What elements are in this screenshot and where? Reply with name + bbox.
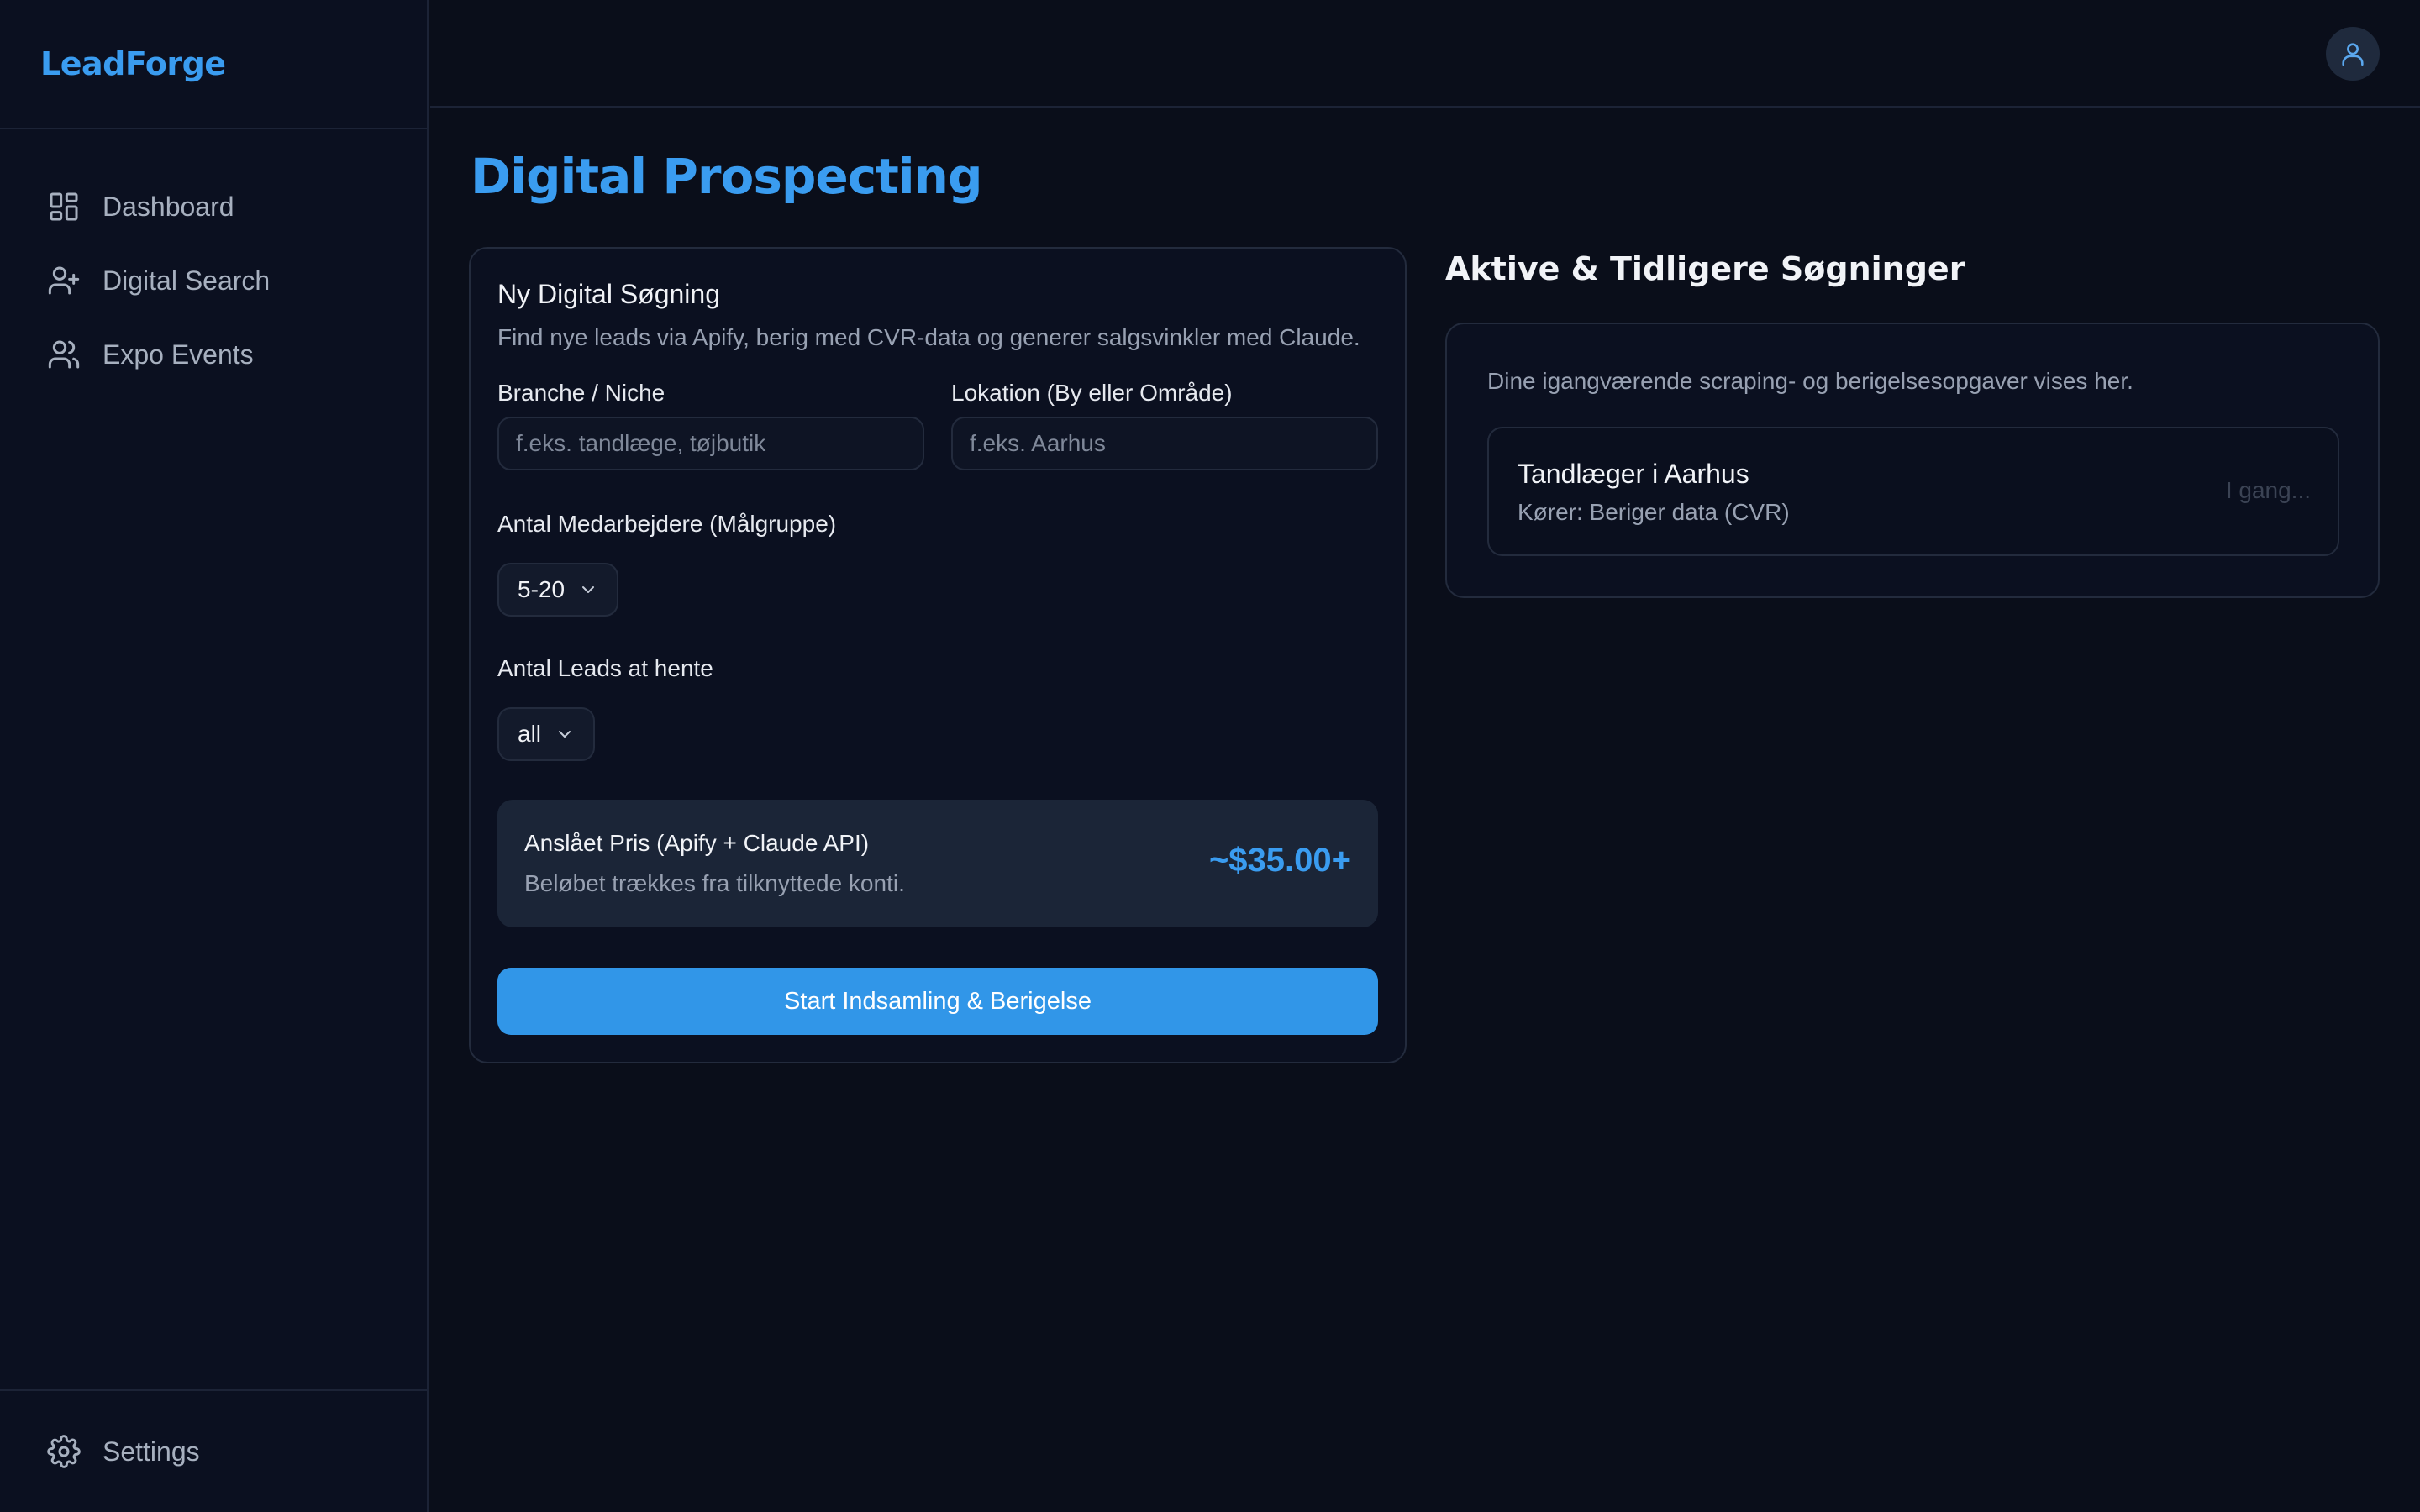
card-title: Ny Digital Søgning: [497, 279, 720, 309]
sidebar-item-label: Settings: [103, 1436, 200, 1467]
sidebar-item-settings[interactable]: Settings: [0, 1415, 200, 1488]
searches-title: Aktive & Tidligere Søgninger: [1445, 250, 1965, 287]
app-root: LeadForge Dashboard Digital Search Expo …: [0, 0, 2420, 1512]
leads-select[interactable]: all: [497, 707, 596, 761]
employees-select-value: 5-20: [518, 576, 566, 602]
gear-icon: [47, 1435, 81, 1468]
sidebar-nav: Dashboard Digital Search Expo Events: [0, 129, 427, 391]
dashboard-icon: [47, 190, 81, 223]
price-estimate-box: Anslået Pris (Apify + Claude API) Beløbe…: [497, 800, 1378, 927]
sidebar-item-dashboard[interactable]: Dashboard: [0, 170, 427, 244]
price-title: Anslået Pris (Apify + Claude API): [524, 830, 870, 856]
page-title: Digital Prospecting: [471, 148, 982, 205]
niche-label: Branche / Niche: [497, 380, 666, 406]
top-bar: [430, 0, 2420, 108]
user-plus-icon: [47, 264, 81, 297]
brand-logo[interactable]: LeadForge: [40, 45, 226, 82]
brand-area: LeadForge: [0, 0, 427, 129]
job-subtitle: Kører: Beriger data (CVR): [1518, 499, 1790, 525]
employees-select[interactable]: 5-20: [497, 563, 619, 617]
chevron-down-icon: [555, 724, 575, 744]
location-label: Lokation (By eller Område): [951, 380, 1233, 406]
start-collection-button[interactable]: Start Indsamling & Berigelse: [497, 968, 1378, 1035]
search-job-item[interactable]: Tandlæger i Aarhus Kører: Beriger data (…: [1487, 427, 2339, 556]
avatar-button[interactable]: [2326, 27, 2380, 81]
card-description: Find nye leads via Apify, berig med CVR-…: [497, 324, 1360, 350]
location-input[interactable]: [951, 417, 1378, 470]
sidebar-item-label: Dashboard: [103, 191, 234, 222]
price-subtitle: Beløbet trækkes fra tilknyttede konti.: [524, 870, 905, 896]
leads-select-value: all: [518, 721, 542, 747]
job-status: I gang...: [2225, 477, 2311, 503]
sidebar: LeadForge Dashboard Digital Search Expo …: [0, 0, 429, 1512]
niche-input[interactable]: [497, 417, 924, 470]
leads-label: Antal Leads at hente: [497, 655, 713, 681]
job-title: Tandlæger i Aarhus: [1518, 459, 1749, 489]
sidebar-item-label: Expo Events: [103, 339, 254, 370]
sidebar-item-digital-search[interactable]: Digital Search: [0, 244, 427, 318]
price-value: ~$35.00+: [1208, 842, 1351, 879]
user-icon: [2342, 43, 2364, 66]
sidebar-item-label: Digital Search: [103, 265, 271, 296]
sidebar-item-expo-events[interactable]: Expo Events: [0, 318, 427, 391]
searches-description: Dine igangværende scraping- og berigelse…: [1487, 368, 2133, 394]
users-icon: [47, 338, 81, 371]
new-search-card: Ny Digital Søgning Find nye leads via Ap…: [469, 247, 1407, 1063]
employees-label: Antal Medarbejdere (Målgruppe): [497, 511, 837, 537]
searches-card: Dine igangværende scraping- og berigelse…: [1445, 323, 2380, 598]
chevron-down-icon: [578, 580, 598, 600]
sidebar-footer: Settings: [0, 1389, 427, 1512]
